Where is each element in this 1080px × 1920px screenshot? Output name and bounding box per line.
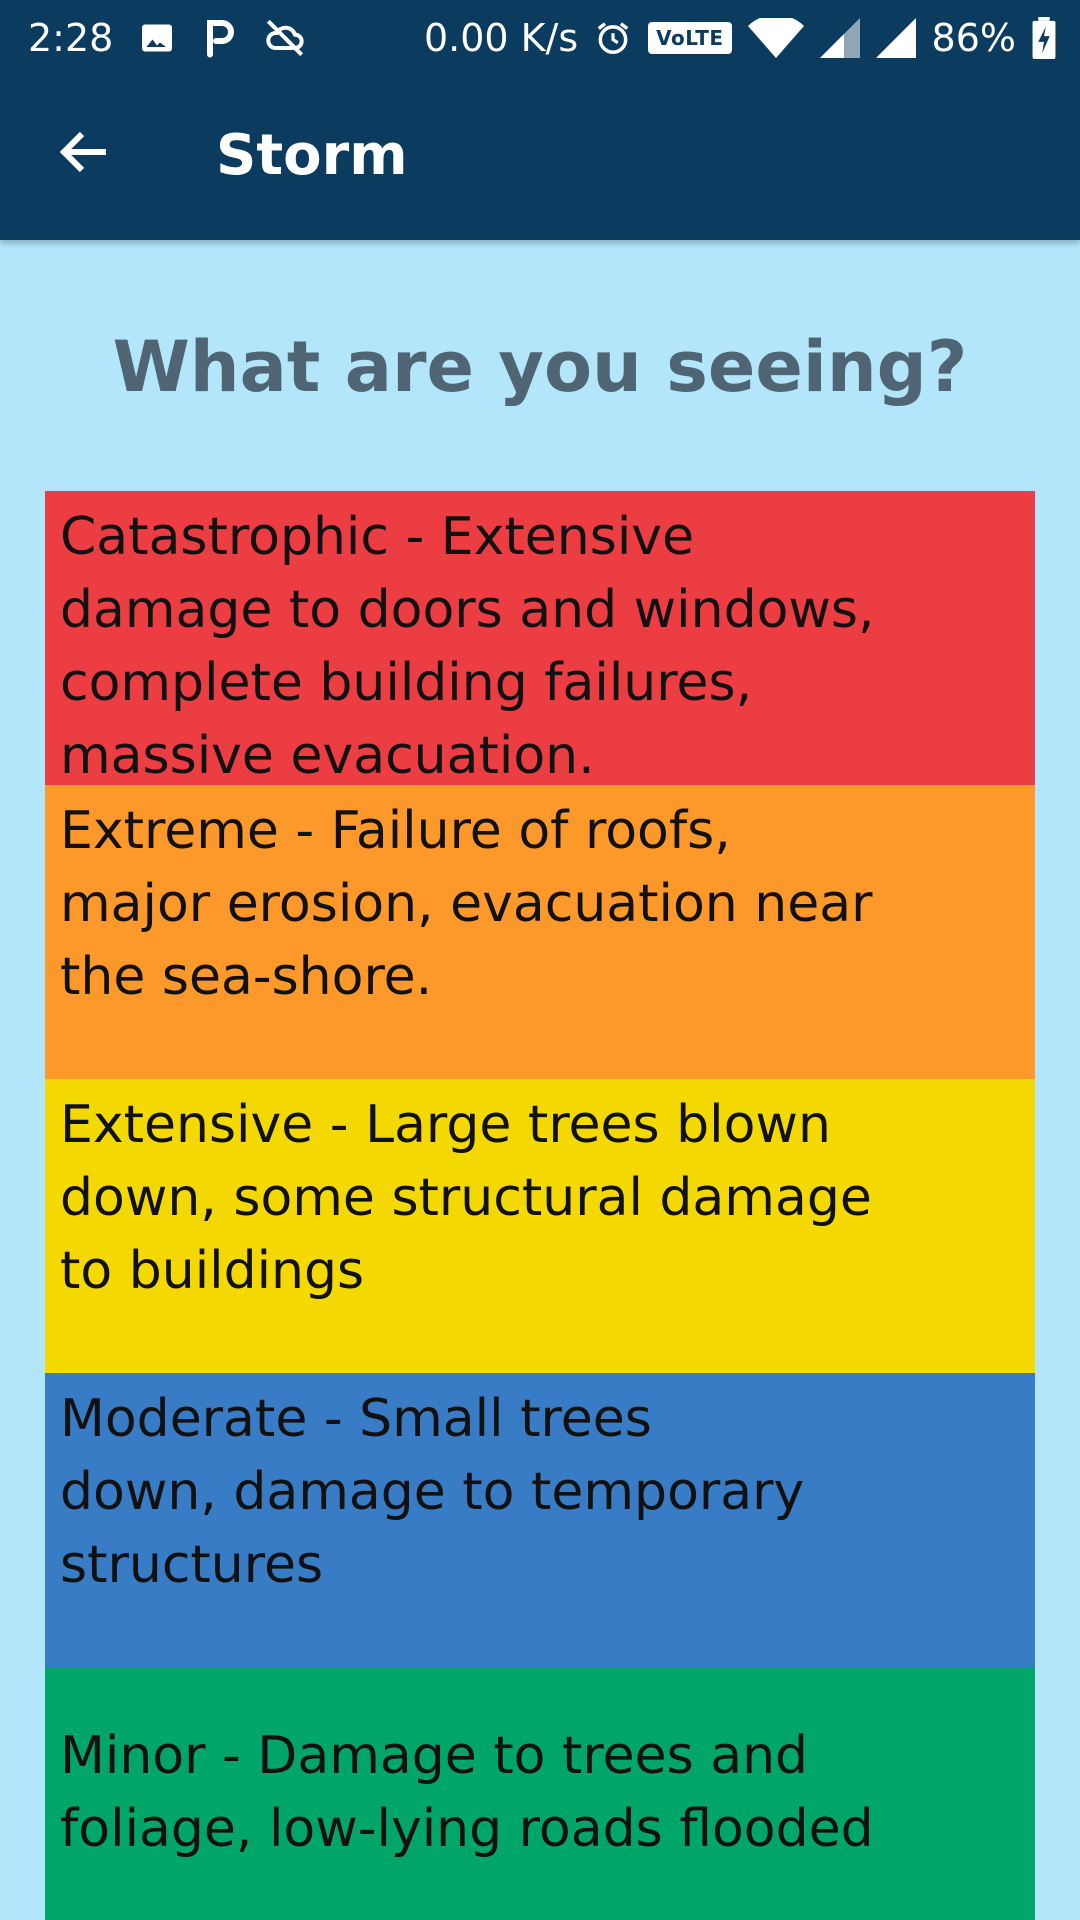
network-speed: 0.00 K/s [423, 16, 579, 60]
battery-charging-icon [1032, 17, 1056, 59]
alarm-icon [594, 19, 632, 57]
back-button[interactable] [36, 114, 132, 194]
signal-icon [819, 18, 860, 58]
arrow-back-icon [58, 128, 110, 180]
option-catastrophic[interactable]: Catastrophic - Extensive damage to doors… [45, 491, 1035, 785]
volte-badge: VoLTE [648, 22, 732, 54]
status-time: 2:28 [28, 16, 114, 60]
option-moderate[interactable]: Moderate - Small trees down, damage to t… [45, 1373, 1035, 1667]
option-minor[interactable]: Minor - Damage to trees and foliage, low… [45, 1667, 1035, 1920]
signal-icon [875, 18, 916, 58]
severity-options-list: Catastrophic - Extensive damage to doors… [45, 491, 1035, 1920]
battery-percent: 86% [931, 16, 1016, 60]
option-extensive[interactable]: Extensive - Large trees blown down, some… [45, 1079, 1035, 1373]
image-icon [139, 20, 175, 56]
parking-icon [201, 18, 237, 58]
cloud-off-icon [263, 18, 307, 58]
app-bar: Storm [0, 76, 1080, 240]
page-title: Storm [216, 123, 408, 188]
option-extreme[interactable]: Extreme - Failure of roofs, major erosio… [45, 785, 1035, 1079]
question-heading: What are you seeing? [112, 326, 968, 408]
status-bar: 2:28 0.00 K/s VoLTE 86% [0, 0, 1080, 76]
wifi-icon [747, 18, 804, 58]
